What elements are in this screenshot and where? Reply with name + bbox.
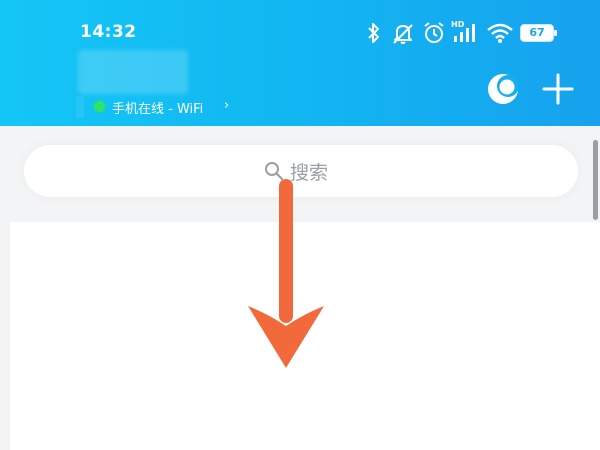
scrollbar[interactable] bbox=[593, 140, 598, 220]
plus-icon[interactable] bbox=[541, 72, 575, 106]
down-arrow-annotation bbox=[248, 179, 324, 368]
online-status-link[interactable]: 手机在线 - WiFi › bbox=[76, 96, 229, 118]
battery-indicator: 67 bbox=[520, 24, 560, 42]
battery-level: 67 bbox=[529, 26, 545, 39]
account-name-blurred[interactable] bbox=[78, 50, 188, 94]
online-indicator-dot bbox=[94, 101, 105, 112]
alarm-icon bbox=[424, 22, 444, 43]
status-bar: 14:32 HD 67 bbox=[0, 0, 600, 50]
wifi-icon bbox=[487, 23, 513, 43]
bluetooth-icon bbox=[368, 23, 379, 43]
moon-icon[interactable] bbox=[486, 72, 520, 106]
online-status-text: 手机在线 - WiFi bbox=[112, 102, 204, 117]
app-header: 14:32 HD 67 手机在线 - WiFi › bbox=[0, 0, 600, 126]
chevron-right-icon: › bbox=[224, 98, 230, 113]
status-time: 14:32 bbox=[80, 22, 137, 42]
mute-icon bbox=[393, 24, 413, 44]
network-type-label: HD bbox=[451, 20, 465, 29]
